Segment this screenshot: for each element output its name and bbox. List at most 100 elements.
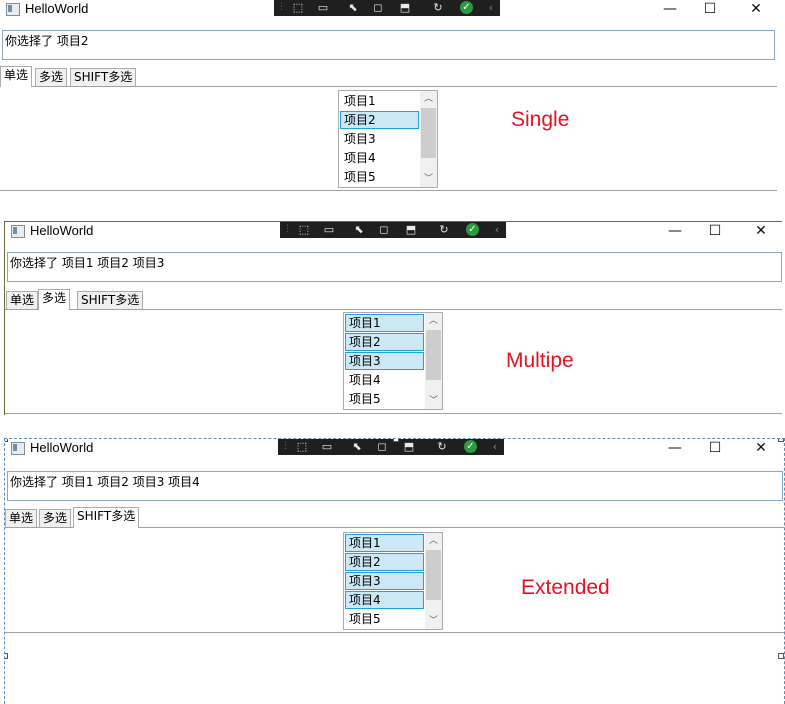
tab-strip: 单选 多选 SHIFT多选 xyxy=(0,66,777,87)
binding-ok-icon[interactable]: ✓ xyxy=(466,223,479,236)
debug-toolbar: ⋮ ⬚ ▭ ⬉ ◻ ⬒ ↻ ✓ ‹ xyxy=(274,0,500,16)
track-focus-icon[interactable]: ⬒ xyxy=(402,223,420,236)
scroll-down-icon[interactable]: ﹀ xyxy=(425,613,442,629)
grip-icon[interactable]: ⋮ xyxy=(283,223,292,236)
selection-text: 你选择了 项目2 xyxy=(5,34,89,48)
minimize-button[interactable]: — xyxy=(665,223,685,239)
binding-ok-icon[interactable]: ✓ xyxy=(464,440,477,453)
scroll-up-icon[interactable]: ︿ xyxy=(425,533,442,549)
tab-strip: 单选 多选 SHIFT多选 xyxy=(5,289,782,310)
close-button[interactable]: ✕ xyxy=(746,1,766,17)
select-element-icon[interactable]: ⬚ xyxy=(293,440,311,453)
window-title: HelloWorld xyxy=(25,1,89,16)
divider xyxy=(5,413,782,414)
close-button[interactable]: ✕ xyxy=(751,440,771,456)
list-item-2[interactable]: 项目2 xyxy=(345,333,424,351)
scroll-down-icon[interactable]: ﹀ xyxy=(425,393,442,409)
list-item-2[interactable]: 项目2 xyxy=(345,553,424,571)
title-bar[interactable]: HelloWorld ⋮ ⬚ ▭ ⬉ ◻ ⬒ ↻ ✓ ‹ — ☐ ✕ xyxy=(5,222,782,242)
tab-single[interactable]: 单选 xyxy=(0,66,33,87)
list-item-3[interactable]: 项目3 xyxy=(340,130,419,148)
minimize-button[interactable]: — xyxy=(660,1,680,17)
tab-strip: 单选 多选 SHIFT多选 xyxy=(5,507,784,528)
list-item-5[interactable]: 项目5 xyxy=(340,168,419,186)
selection-text: 你选择了 项目1 项目2 项目3 xyxy=(10,256,165,270)
collapse-icon[interactable]: ‹ xyxy=(490,440,500,453)
divider xyxy=(0,190,777,191)
collapse-icon[interactable]: ‹ xyxy=(486,1,496,14)
listbox[interactable]: 项目1 项目2 项目3 项目4 项目5 ︿ ﹀ xyxy=(338,90,438,188)
tab-multiple[interactable]: 多选 xyxy=(38,289,71,310)
tab-multiple[interactable]: 多选 xyxy=(35,68,68,86)
list-item-1[interactable]: 项目1 xyxy=(345,314,424,332)
tab-shift-multiple[interactable]: SHIFT多选 xyxy=(77,291,144,309)
grip-icon[interactable]: ⋮ xyxy=(281,440,290,453)
scroll-down-icon[interactable]: ﹀ xyxy=(420,171,437,187)
selection-textbox[interactable]: 你选择了 项目1 项目2 项目3 xyxy=(7,252,782,282)
resize-handle[interactable] xyxy=(778,439,784,442)
list-item-3[interactable]: 项目3 xyxy=(345,352,424,370)
video-icon[interactable]: ▭ xyxy=(314,1,332,14)
pointer-icon[interactable]: ⬉ xyxy=(350,223,368,236)
list-item-4[interactable]: 项目4 xyxy=(345,371,424,389)
track-focus-icon[interactable]: ⬒ xyxy=(400,440,418,453)
scroll-thumb[interactable] xyxy=(426,550,441,600)
selection-textbox[interactable]: 你选择了 项目1 项目2 项目3 项目4 xyxy=(7,471,783,501)
hot-reload-icon[interactable]: ↻ xyxy=(435,223,453,236)
grip-icon[interactable]: ⋮ xyxy=(277,1,286,14)
select-element-icon[interactable]: ⬚ xyxy=(289,1,307,14)
scroll-thumb[interactable] xyxy=(426,330,441,380)
binding-ok-icon[interactable]: ✓ xyxy=(460,1,473,14)
tab-shift-multiple[interactable]: SHIFT多选 xyxy=(73,507,140,528)
resize-handle[interactable] xyxy=(393,439,399,442)
list-item-1[interactable]: 项目1 xyxy=(340,92,419,110)
title-bar[interactable]: HelloWorld ⋮ ⬚ ▭ ⬉ ◻ ⬒ ↻ ✓ ‹ ☐ ✕ — xyxy=(5,439,784,459)
layout-adorner-icon[interactable]: ◻ xyxy=(376,223,392,236)
scroll-up-icon[interactable]: ︿ xyxy=(420,91,437,107)
collapse-icon[interactable]: ‹ xyxy=(492,223,502,236)
maximize-button[interactable]: ☐ xyxy=(705,223,725,239)
listbox[interactable]: 项目1 项目2 项目3 项目4 项目5 ︿ ﹀ xyxy=(343,532,443,630)
title-bar[interactable]: HelloWorld ⋮ ⬚ ▭ ⬉ ◻ ⬒ ↻ ✓ ‹ — ☐ ✕ xyxy=(0,0,777,20)
maximize-button[interactable]: ☐ xyxy=(705,440,725,456)
selection-text: 你选择了 项目1 项目2 项目3 项目4 xyxy=(10,475,200,489)
list-item-2[interactable]: 项目2 xyxy=(340,111,419,129)
layout-adorner-icon[interactable]: ◻ xyxy=(370,1,386,14)
list-item-4[interactable]: 项目4 xyxy=(340,149,419,167)
window-multiple: HelloWorld ⋮ ⬚ ▭ ⬉ ◻ ⬒ ↻ ✓ ‹ — ☐ ✕ 你选择了 … xyxy=(4,221,782,415)
list-item-4[interactable]: 项目4 xyxy=(345,591,424,609)
track-focus-icon[interactable]: ⬒ xyxy=(396,1,414,14)
hot-reload-icon[interactable]: ↻ xyxy=(433,440,451,453)
window-extended: HelloWorld ⋮ ⬚ ▭ ⬉ ◻ ⬒ ↻ ✓ ‹ ☐ ✕ — 你选择了 … xyxy=(4,438,785,704)
maximize-button[interactable]: ☐ xyxy=(700,1,720,17)
resize-handle[interactable] xyxy=(5,439,8,442)
scroll-up-icon[interactable]: ︿ xyxy=(425,313,442,329)
select-element-icon[interactable]: ⬚ xyxy=(295,223,313,236)
list-item-5[interactable]: 项目5 xyxy=(345,390,424,408)
list-item-5[interactable]: 项目5 xyxy=(345,610,424,628)
listbox[interactable]: 项目1 项目2 项目3 项目4 项目5 ︿ ﹀ xyxy=(343,312,443,410)
close-button[interactable]: ✕ xyxy=(751,223,771,239)
list-item-3[interactable]: 项目3 xyxy=(345,572,424,590)
selection-textbox[interactable]: 你选择了 项目2 xyxy=(2,30,775,60)
minimize-button[interactable]: — xyxy=(665,440,685,456)
pointer-icon[interactable]: ⬉ xyxy=(348,440,366,453)
tab-single[interactable]: 单选 xyxy=(6,291,39,309)
hot-reload-icon[interactable]: ↻ xyxy=(429,1,447,14)
video-icon[interactable]: ▭ xyxy=(318,440,336,453)
tab-single[interactable]: 单选 xyxy=(5,509,38,527)
mode-label: Multipe xyxy=(506,349,574,372)
vertical-scrollbar[interactable]: ︿ ﹀ xyxy=(425,313,442,409)
list-item-1[interactable]: 项目1 xyxy=(345,534,424,552)
scroll-thumb[interactable] xyxy=(421,108,436,158)
resize-handle[interactable] xyxy=(5,653,8,659)
tab-shift-multiple[interactable]: SHIFT多选 xyxy=(70,68,137,86)
resize-handle[interactable] xyxy=(778,653,784,659)
pointer-icon[interactable]: ⬉ xyxy=(344,1,362,14)
layout-adorner-icon[interactable]: ◻ xyxy=(374,440,390,453)
vertical-scrollbar[interactable]: ︿ ﹀ xyxy=(425,533,442,629)
app-icon xyxy=(11,225,25,238)
tab-multiple[interactable]: 多选 xyxy=(39,509,72,527)
vertical-scrollbar[interactable]: ︿ ﹀ xyxy=(420,91,437,187)
video-icon[interactable]: ▭ xyxy=(320,223,338,236)
